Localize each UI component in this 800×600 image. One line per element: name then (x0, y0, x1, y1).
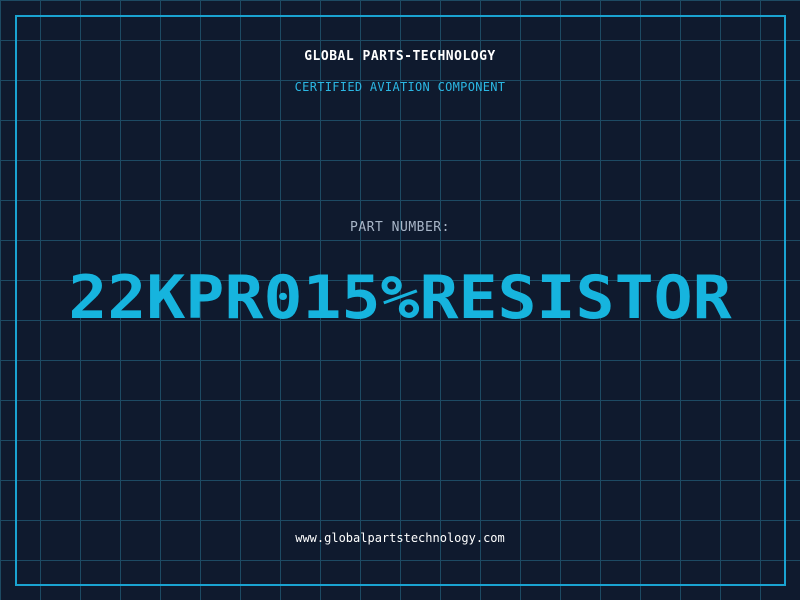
brand-subtitle: CERTIFIED AVIATION COMPONENT (294, 80, 506, 94)
part-number-value: 22KPR015%RESISTOR (68, 263, 732, 333)
brand-title: GLOBAL PARTS-TECHNOLOGY (304, 49, 496, 64)
part-number-label: PART NUMBER: (350, 220, 450, 235)
website-url: www.globalpartstechnology.com (295, 531, 505, 545)
label-card: GLOBAL PARTS-TECHNOLOGY CERTIFIED AVIATI… (0, 0, 800, 600)
